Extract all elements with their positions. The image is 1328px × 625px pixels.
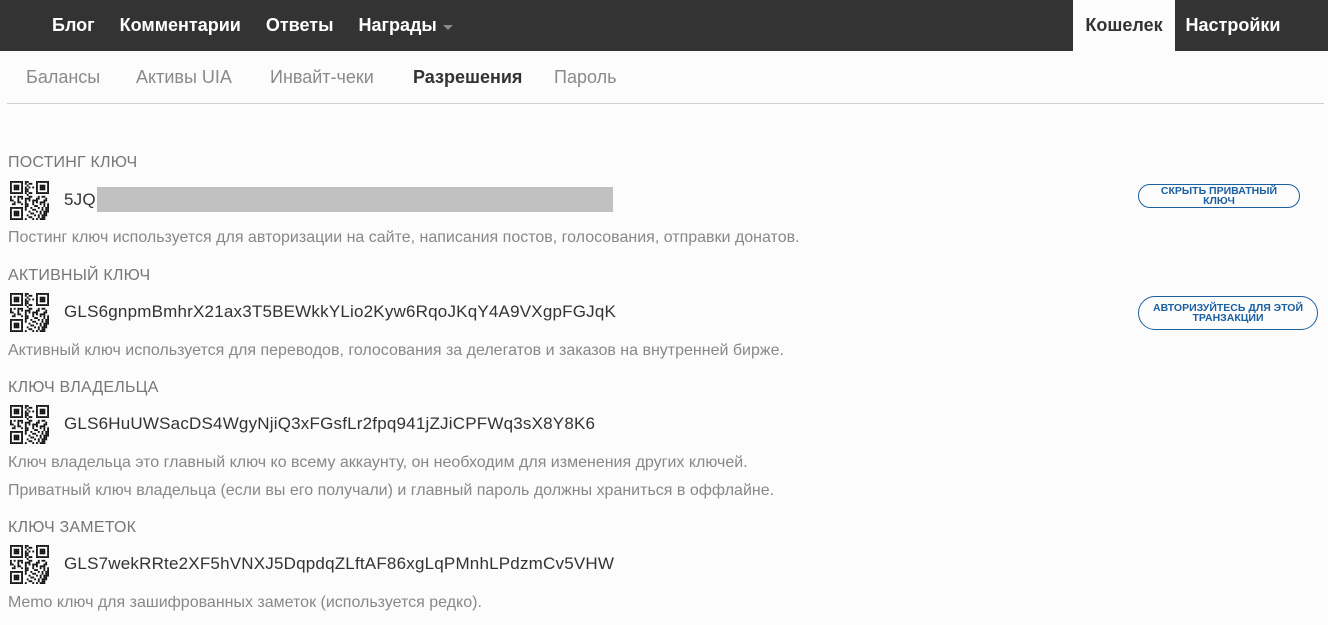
memo-key-description: Memo ключ для зашифрованных заметок (исп… [8,594,482,611]
qr-code-icon[interactable] [10,293,49,332]
top-navbar: Блог Комментарии Ответы Награды Кошелек … [0,0,1328,51]
memo-key-value: GLS7wekRRte2XF5hVNXJ5DqpdqZLftAF86xgLqPM… [64,554,615,573]
nav-comments[interactable]: Комментарии [120,15,241,36]
tab-password[interactable]: Пароль [554,51,616,103]
tab-permissions[interactable]: Разрешения [413,51,522,103]
qr-code-icon[interactable] [10,545,49,584]
qr-code-icon[interactable] [10,181,49,220]
nav-rewards-label: Награды [358,15,437,35]
owner-key-value: GLS6HuUWSacDS4WgyNjiQ3xFGsfLr2fpq941jZJi… [64,414,596,433]
posting-key-description: Постинг ключ используется для авторизаци… [8,229,800,246]
owner-key-title: КЛЮЧ ВЛАДЕЛЬЦА [8,379,159,396]
tab-balances[interactable]: Балансы [26,51,100,103]
hide-private-key-button[interactable]: СКРЫТЬ ПРИВАТНЫЙ КЛЮЧ [1138,184,1300,208]
private-key-mask [97,187,613,212]
tab-assets-uia[interactable]: Активы UIA [136,51,232,103]
chevron-down-icon [442,24,453,30]
authorize-transaction-button[interactable]: АВТОРИЗУЙТЕСЬ ДЛЯ ЭТОЙ ТРАНЗАКЦИИ [1138,296,1318,330]
qr-code-icon[interactable] [10,405,49,444]
active-key-title: АКТИВНЫЙ КЛЮЧ [8,267,151,284]
active-key-value: GLS6gnpmBmhrX21ax3T5BEWkkYLio2Kyw6RqoJKq… [64,302,617,321]
posting-key-value: 5JQ [64,190,96,209]
owner-key-warning: Приватный ключ владельца (если вы его по… [8,482,775,499]
nav-blog[interactable]: Блог [52,15,95,36]
tab-settings[interactable]: Настройки [1175,0,1291,51]
nav-replies[interactable]: Ответы [266,15,334,36]
tab-invites[interactable]: Инвайт-чеки [270,51,374,103]
nav-rewards[interactable]: Награды [358,15,453,36]
tab-wallet[interactable]: Кошелек [1073,0,1175,51]
posting-key-title: ПОСТИНГ КЛЮЧ [8,154,138,171]
memo-key-title: КЛЮЧ ЗАМЕТОК [8,519,137,536]
owner-key-description: Ключ владельца это главный ключ ко всему… [8,454,748,471]
wallet-subnav: Балансы Активы UIA Инвайт-чеки Разрешени… [7,51,1324,104]
top-nav-links: Блог Комментарии Ответы Награды [52,0,478,51]
active-key-description: Активный ключ используется для переводов… [8,342,784,359]
